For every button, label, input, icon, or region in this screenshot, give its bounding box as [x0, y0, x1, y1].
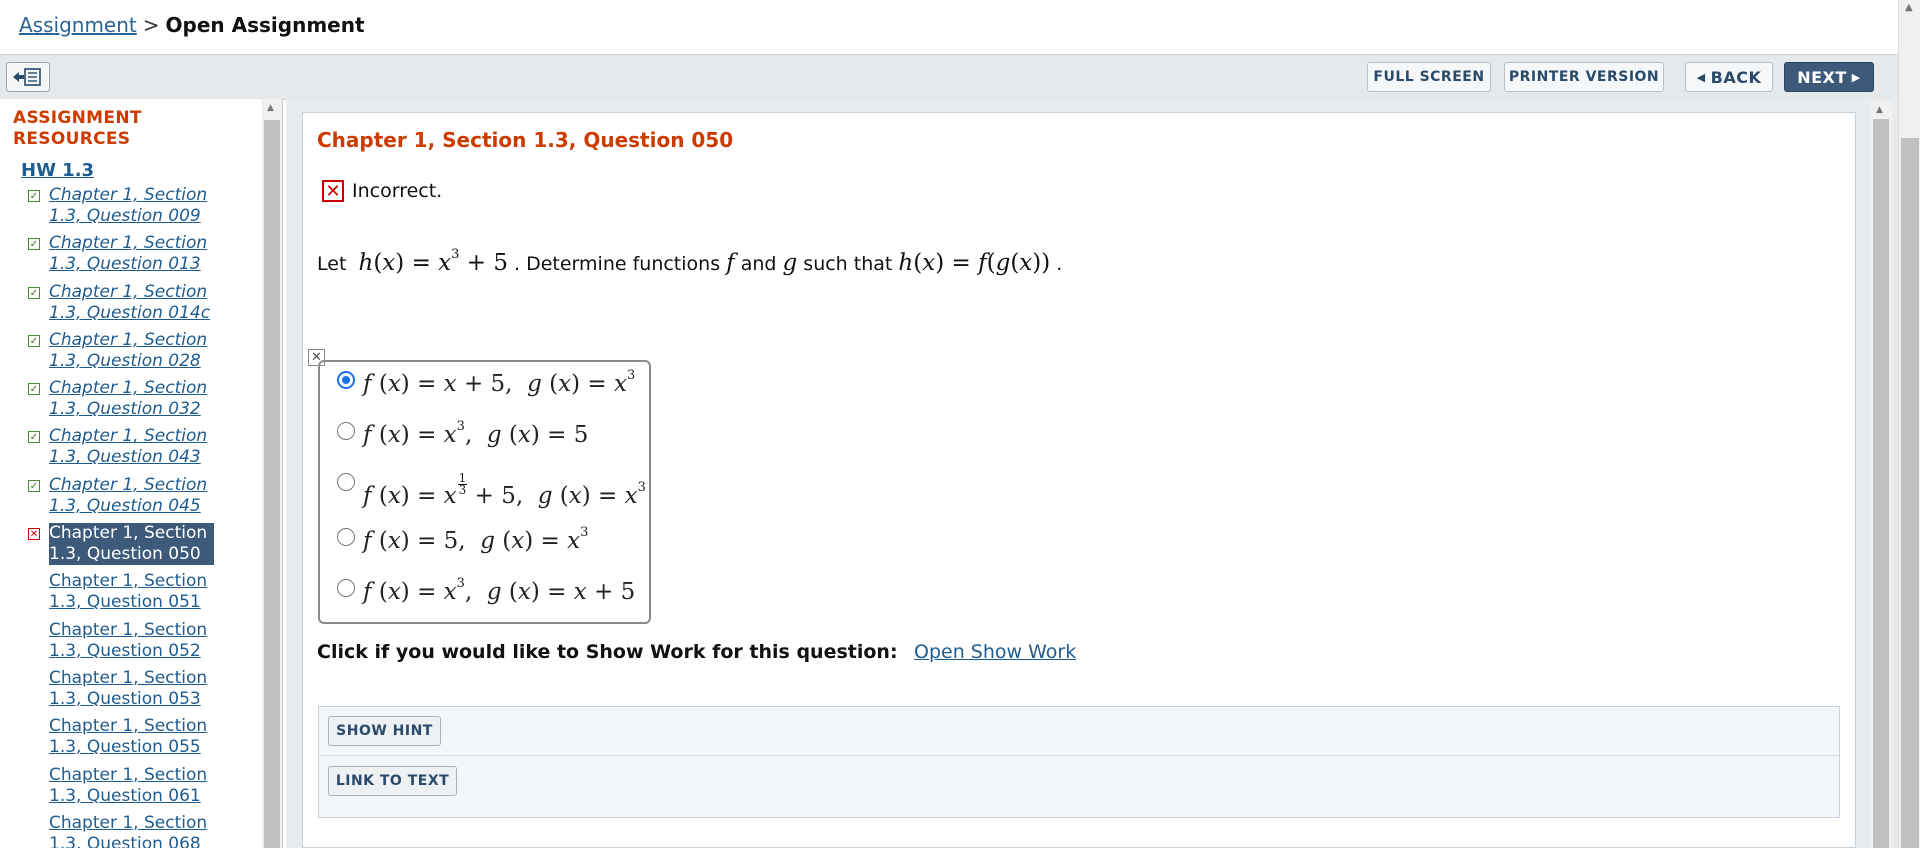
math-h-of-x: h(x) = x3 + 5 — [358, 247, 508, 276]
incorrect-icon: ✕ — [322, 180, 344, 202]
assignment-resources-title-line2: RESOURCES — [13, 129, 131, 149]
sidebar-scrollbar-thumb[interactable] — [264, 120, 280, 848]
x-icon: ✕ — [28, 528, 40, 541]
question-link[interactable]: Chapter 1, Section 1.3, Question 028 — [49, 330, 214, 372]
math-f: f — [726, 250, 735, 276]
breadcrumb-current: Open Assignment — [165, 13, 365, 37]
question-link[interactable]: Chapter 1, Section 1.3, Question 055 — [49, 716, 214, 758]
question-link[interactable]: Chapter 1, Section 1.3, Question 009 — [49, 185, 214, 227]
choice-3-radio[interactable] — [337, 473, 355, 491]
collapse-menu-icon — [13, 68, 41, 86]
choice-3[interactable]: f (x) = x13 + 5, g (x) = x3 — [337, 471, 646, 509]
breadcrumb-separator: > — [142, 13, 160, 37]
assignment-resources-title: ASSIGNMENT RESOURCES — [13, 108, 142, 150]
choice-5-math: f (x) = x3, g (x) = x + 5 — [363, 576, 636, 605]
open-show-work-link[interactable]: Open Show Work — [914, 641, 1076, 663]
printer-version-button[interactable]: PRINTER VERSION — [1504, 62, 1664, 92]
scroll-up-arrow-icon[interactable]: ▲ — [1876, 105, 1883, 115]
question-link[interactable]: Chapter 1, Section 1.3, Question 013 — [49, 233, 214, 275]
question-link[interactable]: Chapter 1, Section 1.3, Question 052 — [49, 620, 214, 662]
choice-5[interactable]: f (x) = x3, g (x) = x + 5 — [337, 576, 636, 605]
math-g: g — [782, 250, 798, 276]
choice-4-math: f (x) = 5, g (x) = x3 — [363, 525, 589, 554]
choice-4-radio[interactable] — [337, 528, 355, 546]
answer-status: ✕ Incorrect. — [322, 180, 442, 202]
answer-choices: f (x) = x + 5, g (x) = x3 f (x) = x3, g … — [318, 360, 651, 624]
toolbar: FULL SCREEN PRINTER VERSION ◀ BACK NEXT ▶ — [0, 54, 1898, 100]
caret-left-icon: ◀ — [1696, 70, 1706, 84]
choice-1-radio[interactable] — [337, 371, 355, 389]
back-button[interactable]: ◀ BACK — [1685, 62, 1773, 92]
scroll-up-arrow-icon[interactable]: ▲ — [1905, 2, 1913, 13]
assignment-resources-title-line1: ASSIGNMENT — [13, 108, 142, 128]
full-screen-button[interactable]: FULL SCREEN — [1367, 62, 1491, 92]
scroll-up-arrow-icon[interactable]: ▲ — [267, 103, 274, 113]
question-link[interactable]: Chapter 1, Section 1.3, Question 045 — [49, 475, 214, 517]
breadcrumb-assignment-link[interactable]: Assignment — [19, 13, 137, 37]
answer-status-text: Incorrect. — [352, 180, 443, 202]
choice-1[interactable]: f (x) = x + 5, g (x) = x3 — [337, 368, 636, 397]
choice-2-radio[interactable] — [337, 422, 355, 440]
caret-right-icon: ▶ — [1851, 70, 1861, 84]
show-work-prompt: Click if you would like to Show Work for… — [317, 641, 898, 663]
page-scrollbar-thumb[interactable] — [1901, 138, 1919, 848]
sidebar-scrollbar[interactable]: ▲ — [262, 99, 282, 848]
check-icon: ✓ — [28, 383, 40, 396]
choice-2[interactable]: f (x) = x3, g (x) = 5 — [337, 419, 589, 448]
next-button-label: NEXT — [1797, 67, 1847, 87]
check-icon: ✓ — [28, 286, 40, 299]
question-link[interactable]: Chapter 1, Section 1.3, Question 014c — [49, 282, 214, 324]
breadcrumb: Assignment > Open Assignment — [19, 13, 365, 37]
check-icon: ✓ — [28, 479, 40, 492]
content-scrollbar[interactable]: ▲ — [1870, 101, 1892, 848]
hw-link[interactable]: HW 1.3 — [21, 160, 94, 181]
choice-3-math: f (x) = x13 + 5, g (x) = x3 — [363, 471, 646, 509]
link-to-text-button[interactable]: LINK TO TEXT — [328, 766, 457, 796]
content-scrollbar-thumb[interactable] — [1873, 119, 1889, 848]
choice-4[interactable]: f (x) = 5, g (x) = x3 — [337, 525, 589, 554]
check-icon: ✓ — [28, 334, 40, 347]
math-composition: h(x) = f(g(x)) — [898, 250, 1051, 276]
question-link[interactable]: Chapter 1, Section 1.3, Question 032 — [49, 378, 214, 420]
question-stem: Let h(x) = x3 + 5 . Determine functions … — [317, 247, 1063, 276]
check-icon: ✓ — [28, 190, 40, 202]
question-link[interactable]: Chapter 1, Section 1.3, Question 051 — [49, 571, 214, 613]
collapse-menu-button[interactable] — [6, 62, 50, 92]
choice-5-radio[interactable] — [337, 579, 355, 597]
check-icon: ✓ — [28, 431, 40, 444]
assignment-resources-sidebar: ASSIGNMENT RESOURCES HW 1.3 ✓ Chapter 1, … — [0, 99, 283, 848]
next-button[interactable]: NEXT ▶ — [1784, 62, 1874, 92]
question-link[interactable]: Chapter 1, Section 1.3, Question 068 — [49, 813, 214, 848]
hint-panel: SHOW HINT LINK TO TEXT — [318, 706, 1840, 818]
page-scrollbar[interactable]: ▲ — [1898, 0, 1920, 848]
question-link[interactable]: Chapter 1, Section 1.3, Question 043 — [49, 426, 214, 468]
hint-divider — [319, 755, 1839, 756]
question-link[interactable]: Chapter 1, Section 1.3, Question 053 — [49, 668, 214, 710]
choice-1-math: f (x) = x + 5, g (x) = x3 — [363, 368, 636, 397]
choice-2-math: f (x) = x3, g (x) = 5 — [363, 419, 589, 448]
question-link-current[interactable]: Chapter 1, Section 1.3, Question 050 — [49, 523, 214, 566]
check-icon: ✓ — [28, 238, 40, 251]
question-link[interactable]: Chapter 1, Section 1.3, Question 061 — [49, 765, 214, 807]
show-hint-button[interactable]: SHOW HINT — [328, 716, 441, 746]
question-title: Chapter 1, Section 1.3, Question 050 — [317, 128, 734, 152]
back-button-label: BACK — [1710, 67, 1762, 87]
